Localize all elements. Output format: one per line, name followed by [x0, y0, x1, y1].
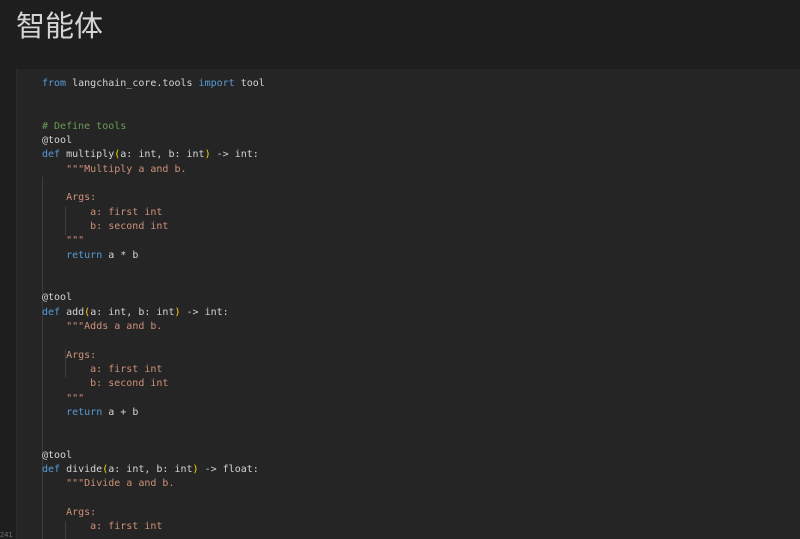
code-token: Args: [42, 506, 97, 518]
code-token: """Adds a and b. [66, 321, 163, 333]
code-token: a + b [102, 406, 139, 418]
code-token: tool [234, 78, 265, 89]
code-token: def [42, 149, 61, 161]
code-token: a: int, b: int [120, 149, 205, 161]
code-token: -> int: [180, 306, 229, 318]
code-line: def divide(a: int, b: int) -> float: [42, 463, 265, 477]
code-line: Args: [42, 191, 265, 205]
code-token: a: first int [42, 363, 163, 375]
code-token: b: second int [42, 378, 169, 390]
code-line: """Adds a and b. [42, 320, 265, 334]
code-token: return [66, 406, 103, 418]
code-line: """ [42, 392, 265, 406]
code-line: a: first int [42, 520, 265, 534]
code-token: @tool [42, 292, 73, 304]
code-token: b: second int [42, 220, 169, 232]
code-line: # Define tools [42, 120, 265, 134]
code-line: """Divide a and b. [42, 477, 265, 491]
code-token: from [42, 78, 67, 89]
code-token: # Define tools [42, 120, 127, 132]
code-cell[interactable]: from langchain_core.tools import tool # … [16, 69, 800, 539]
code-line: b: second int [42, 220, 265, 234]
code-line: @tool [42, 134, 265, 148]
code-token: a: int, b: int [108, 464, 193, 476]
code-token: langchain_core.tools [66, 78, 199, 89]
code-line: return a + b [42, 406, 265, 420]
code-token: Args: [42, 192, 97, 204]
code-token: @tool [42, 135, 73, 147]
code-token: """Multiply a and b. [66, 163, 187, 175]
code-token: """Divide a and b. [66, 478, 175, 490]
code-token: import [198, 78, 235, 89]
code-line: a: first int [42, 363, 265, 377]
code-line: @tool [42, 291, 265, 305]
code-token: divide [60, 464, 103, 476]
code-token: a: first int [42, 521, 163, 533]
code-token: a * b [102, 249, 139, 261]
code-line: """ [42, 234, 265, 248]
code-token: a: first int [42, 206, 163, 218]
page-title: 智能体 [16, 9, 104, 43]
code-token: Args: [42, 349, 97, 361]
code-line: a: first int [42, 206, 265, 220]
code-token: -> int: [210, 149, 259, 161]
line-number: 241 [0, 531, 13, 539]
code-line: @tool [42, 449, 265, 463]
code-line: def add(a: int, b: int) -> int: [42, 306, 265, 320]
code-line: def multiply(a: int, b: int) -> int: [42, 148, 265, 162]
code-line: from langchain_core.tools import tool [42, 77, 265, 91]
code-line: Args: [42, 506, 265, 520]
code-token: """ [42, 392, 85, 404]
code-editor[interactable]: from langchain_core.tools import tool # … [42, 77, 265, 535]
code-token: @tool [42, 449, 73, 461]
code-token: multiply [60, 149, 115, 161]
code-token: a: int, b: int [90, 306, 175, 318]
code-line: Args: [42, 349, 265, 363]
code-token: def [42, 306, 61, 318]
code-token: -> float: [198, 464, 259, 476]
code-line: """Multiply a and b. [42, 163, 265, 177]
code-line: b: second int [42, 377, 265, 391]
code-token: add [60, 306, 85, 318]
notebook-page: 智能体 from langchain_core.tools import too… [0, 0, 800, 539]
code-token: return [66, 249, 103, 261]
code-token: def [42, 464, 61, 476]
code-line: return a * b [42, 249, 265, 263]
code-token: """ [42, 235, 85, 247]
